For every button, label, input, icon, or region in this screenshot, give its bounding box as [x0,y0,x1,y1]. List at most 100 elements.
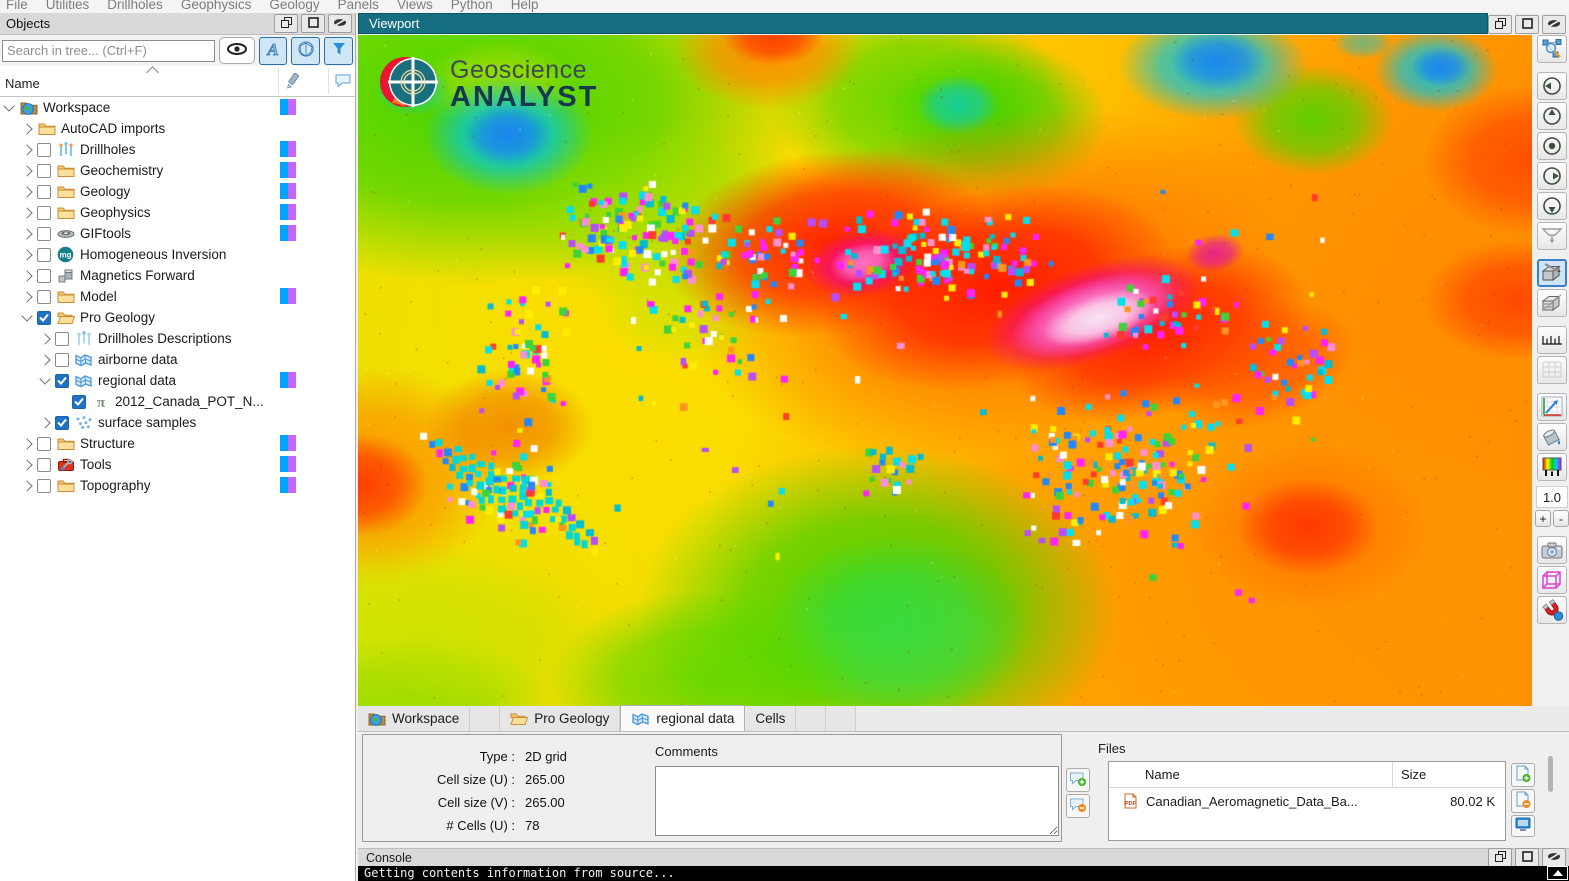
tree-item-drillholes-descriptions[interactable]: Drillholes Descriptions [0,328,355,349]
expand-chevron-icon[interactable] [21,165,32,176]
tab-stub[interactable] [826,706,856,731]
file-row[interactable]: PDFCanadian_Aeromagnetic_Data_Ba...80.02… [1109,788,1505,814]
tree-item-workspace[interactable]: Workspace [0,97,355,118]
expand-chevron-icon[interactable] [3,100,14,111]
tree-item-surface-samples[interactable]: surface samples [0,412,355,433]
tree-item-magnetics-forward[interactable]: Magnetics Forward [0,265,355,286]
tab-workspace[interactable]: Workspace [358,706,470,731]
add-file-button[interactable] [1511,763,1535,787]
viewport-maximize-button[interactable] [1515,15,1539,34]
perspective-button[interactable] [1537,222,1567,250]
visibility-checkbox[interactable] [37,290,51,304]
tab-stub[interactable] [470,706,500,731]
visibility-checkbox[interactable] [37,269,51,283]
tree-item-pro-geology[interactable]: Pro Geology [0,307,355,328]
menu-item-geophysics[interactable]: Geophysics [175,0,264,13]
expand-chevron-icon[interactable] [21,270,32,281]
view-north-button[interactable] [1537,102,1567,130]
expand-chevron-icon[interactable] [21,459,32,470]
expand-chevron-icon[interactable] [21,207,32,218]
tab-cells[interactable]: Cells [745,706,796,731]
visibility-checkbox[interactable] [55,416,69,430]
color-swatch[interactable] [280,204,296,220]
wire-box-button[interactable] [1537,566,1567,594]
tree-item-tools[interactable]: Tools [0,454,355,475]
visibility-checkbox[interactable] [37,227,51,241]
expand-chevron-icon[interactable] [21,186,32,197]
expand-chevron-icon[interactable] [21,144,32,155]
menu-item-drillholes[interactable]: Drillholes [101,0,175,13]
menu-item-utilities[interactable]: Utilities [40,0,102,13]
add-comment-button[interactable] [1066,768,1090,792]
search-input[interactable] [2,40,215,62]
tab-pro-geology[interactable]: Pro Geology [500,706,620,731]
zoom-in-button[interactable]: + [1535,510,1551,527]
tree-item-airborne-data[interactable]: airborne data [0,349,355,370]
details-scroll-handle[interactable] [1548,756,1553,792]
visibility-checkbox[interactable] [37,143,51,157]
console-hide-button[interactable] [1542,848,1566,867]
tree-item-geology[interactable]: Geology [0,181,355,202]
visibility-checkbox[interactable] [37,164,51,178]
tree-item-regional-data[interactable]: regional data [0,370,355,391]
view-down-button[interactable] [1537,132,1567,160]
expand-chevron-icon[interactable] [21,291,32,302]
tree-item-topography[interactable]: Topography [0,475,355,496]
hide-panel-button[interactable] [328,14,352,33]
menu-item-file[interactable]: File [0,0,40,13]
scroll-up-icon[interactable] [146,66,159,79]
visibility-checkbox[interactable] [37,437,51,451]
console-maximize-button[interactable] [1515,848,1539,867]
expand-chevron-icon[interactable] [21,480,32,491]
visibility-toggle-button[interactable] [219,37,255,64]
tree-item-structure[interactable]: Structure [0,433,355,454]
paint-bucket-button[interactable] [1537,423,1567,451]
tree-item-geophysics[interactable]: Geophysics [0,202,355,223]
visibility-checkbox[interactable] [55,353,69,367]
visibility-checkbox[interactable] [37,248,51,262]
view-west-button[interactable] [1537,72,1567,100]
viewport-3d-scene[interactable]: Geoscience ANALYST [358,35,1532,706]
visibility-checkbox[interactable] [37,479,51,493]
menu-item-help[interactable]: Help [505,0,551,13]
visibility-checkbox[interactable] [37,206,51,220]
view-east-button[interactable] [1537,162,1567,190]
color-swatch[interactable] [280,288,296,304]
visibility-checkbox[interactable] [37,185,51,199]
visibility-checkbox[interactable] [37,311,51,325]
expand-chevron-icon[interactable] [39,373,50,384]
menu-item-panels[interactable]: Panels [332,0,391,13]
label-display-button[interactable]: A [259,37,288,65]
magnet-button[interactable] [1537,596,1567,624]
console-scroll-top-button[interactable] [1547,866,1568,880]
visibility-checkbox[interactable] [55,374,69,388]
wireframe-sphere-button[interactable] [291,37,320,65]
tab-regional-data[interactable]: regional data [620,705,745,731]
comments-textarea[interactable] [655,766,1059,836]
color-swatch[interactable] [280,435,296,451]
expand-chevron-icon[interactable] [39,333,50,344]
ruler-button[interactable] [1537,326,1567,354]
visibility-checkbox[interactable] [72,395,86,409]
color-swatch[interactable] [280,225,296,241]
color-swatch[interactable] [280,141,296,157]
color-swatch[interactable] [280,162,296,178]
viewport-float-button[interactable] [1488,15,1512,34]
remove-file-button[interactable] [1511,789,1535,813]
tree-item-2012-canada-pot-n-[interactable]: π2012_Canada_POT_N... [0,391,355,412]
open-file-viewer-button[interactable] [1511,815,1535,837]
plot-axes-button[interactable] [1537,393,1567,421]
color-swatch[interactable] [280,99,296,115]
console-float-button[interactable] [1488,848,1512,867]
remove-comment-button[interactable] [1066,794,1090,818]
float-panel-button[interactable] [274,14,298,33]
box-lines-button[interactable] [1537,289,1567,317]
view-south-button[interactable] [1537,192,1567,220]
scale-value-input[interactable]: 1.0 [1536,486,1568,508]
expand-chevron-icon[interactable] [21,123,32,134]
aeromagnetic-heatmap-canvas[interactable] [358,35,1532,706]
tree-item-drillholes[interactable]: Drillholes [0,139,355,160]
filter-button[interactable] [324,37,353,65]
zoom-out-button[interactable]: - [1553,510,1569,527]
expand-chevron-icon[interactable] [21,438,32,449]
